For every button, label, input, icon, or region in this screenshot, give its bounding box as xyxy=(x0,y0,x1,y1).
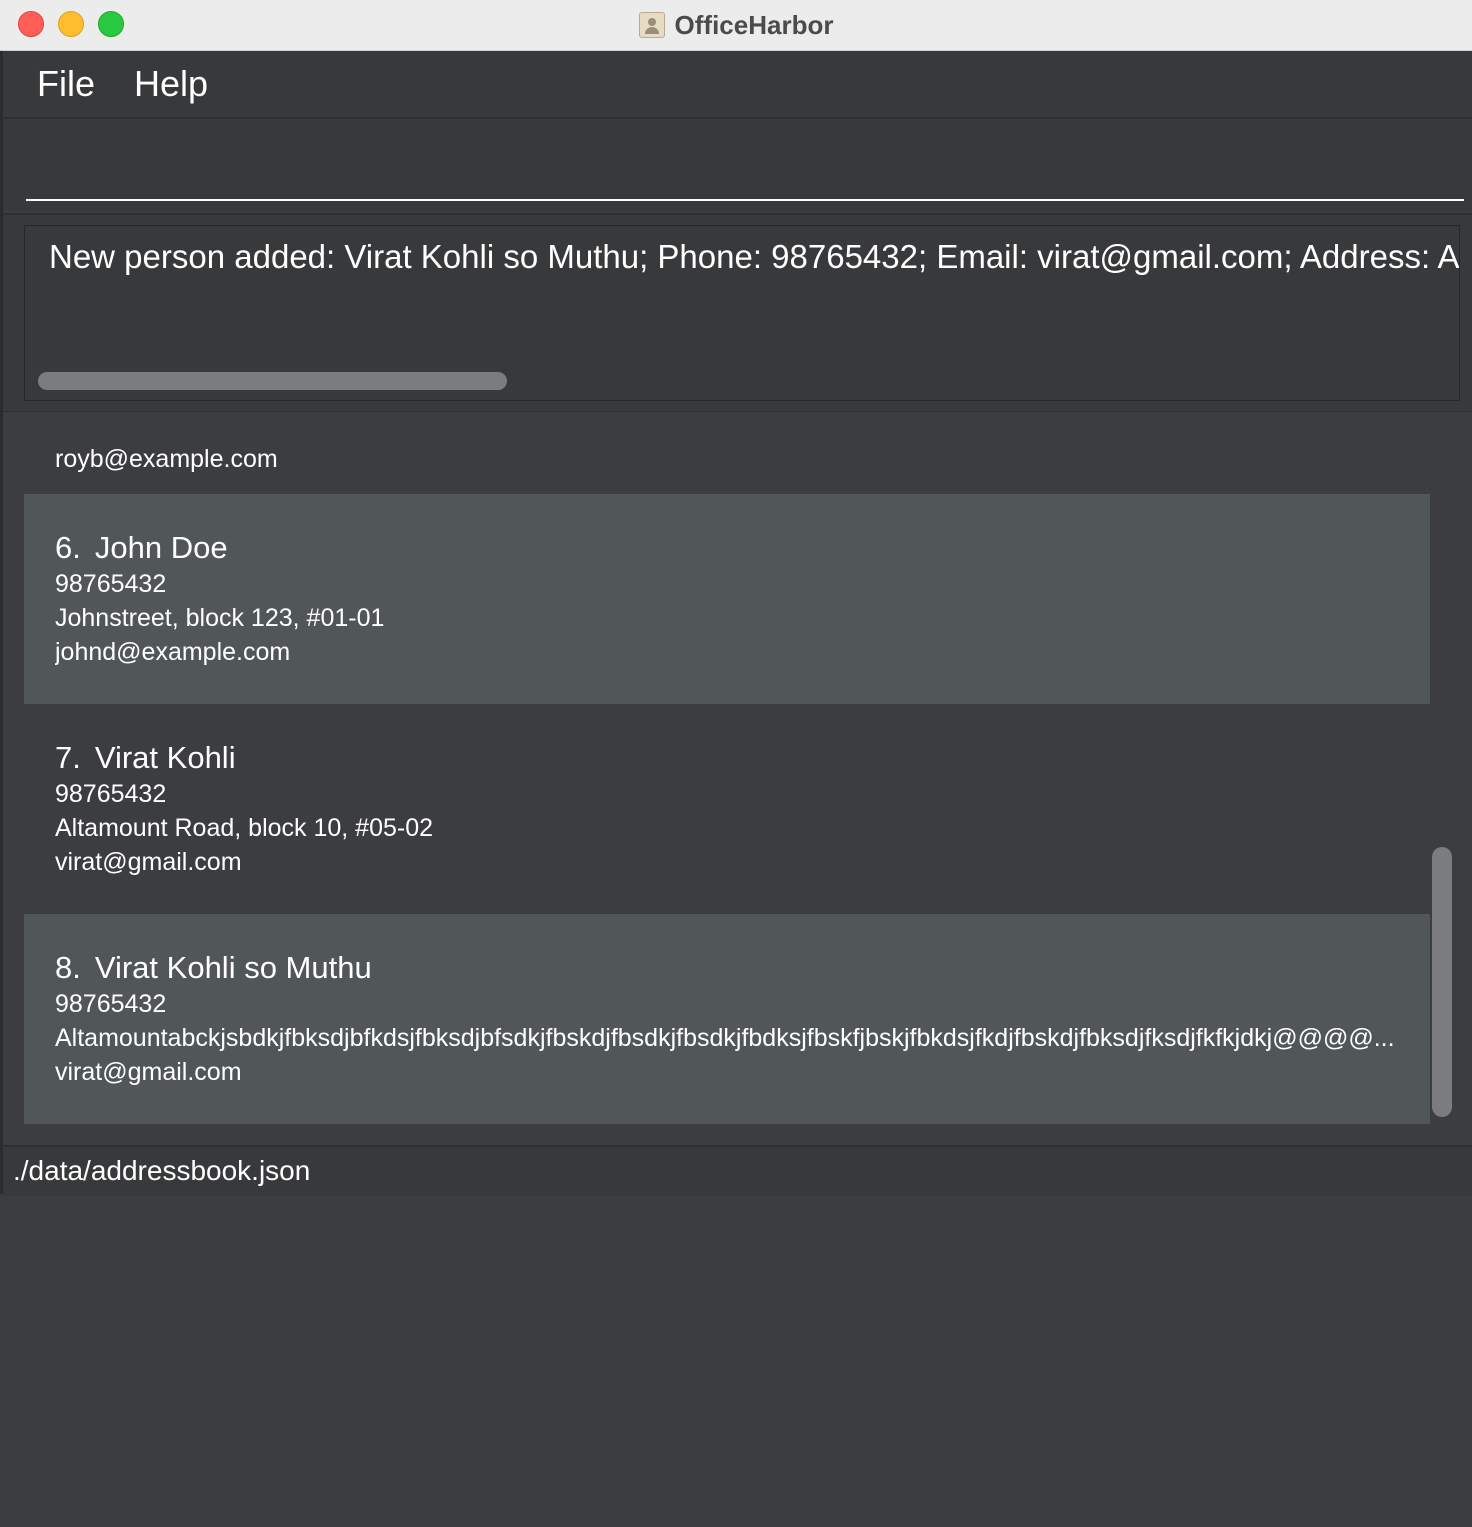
person-email: johnd@example.com xyxy=(55,638,291,666)
person-name: Virat Kohli so Muthu xyxy=(94,950,372,985)
person-phone: 98765432 xyxy=(55,570,167,598)
menu-file[interactable]: File xyxy=(3,63,115,105)
menu-help[interactable]: Help xyxy=(115,63,228,105)
person-name: John Doe xyxy=(94,530,228,565)
person-name-line: 7. Virat Kohli xyxy=(55,740,236,776)
window-title: OfficeHarbor xyxy=(674,9,834,40)
person-phone: 98765432 xyxy=(55,990,167,1018)
title-bar: OfficeHarbor xyxy=(0,0,1472,51)
command-box xyxy=(3,119,1472,211)
person-list[interactable]: royb@example.com 6. John Doe 98765432 Joh… xyxy=(3,412,1472,1143)
person-address: Altamount Road, block 10, #05-02 xyxy=(55,814,434,842)
scrollbar-thumb[interactable] xyxy=(1432,847,1452,1117)
person-address: Johnstreet, block 123, #01-01 xyxy=(55,604,385,632)
person-card[interactable]: 6. John Doe 98765432 Johnstreet, block 12… xyxy=(24,494,1430,704)
result-display[interactable]: New person added: Virat Kohli so Muthu; … xyxy=(24,225,1460,401)
person-index: 8. xyxy=(55,950,81,985)
command-input[interactable] xyxy=(26,119,1464,201)
person-card[interactable]: royb@example.com xyxy=(24,434,1430,494)
status-bar: ./data/addressbook.json xyxy=(3,1145,1472,1196)
result-horizontal-scrollbar[interactable] xyxy=(38,372,507,390)
person-name: Virat Kohli xyxy=(94,740,236,775)
person-name-line: 8. Virat Kohli so Muthu xyxy=(55,950,372,986)
save-location: ./data/addressbook.json xyxy=(13,1155,311,1186)
result-message: New person added: Virat Kohli so Muthu; … xyxy=(49,238,1460,275)
person-email: virat@gmail.com xyxy=(55,1058,242,1086)
result-display-panel: New person added: Virat Kohli so Muthu; … xyxy=(3,213,1472,414)
person-email: royb@example.com xyxy=(55,445,278,473)
person-card[interactable]: 7. Virat Kohli 98765432 Altamount Road, b… xyxy=(24,704,1430,914)
person-address: Altamountabckjsbdkjfbksdjbfkdsjfbksdjbfs… xyxy=(55,1024,1395,1052)
person-name-line: 6. John Doe xyxy=(55,530,228,566)
person-index: 6. xyxy=(55,530,81,565)
person-email: virat@gmail.com xyxy=(55,848,242,876)
app-icon xyxy=(638,12,665,38)
person-index: 7. xyxy=(55,740,81,775)
person-card[interactable]: 8. Virat Kohli so Muthu 98765432 Altamoun… xyxy=(24,914,1430,1124)
menu-bar: File Help xyxy=(3,51,1472,119)
person-phone: 98765432 xyxy=(55,780,167,808)
